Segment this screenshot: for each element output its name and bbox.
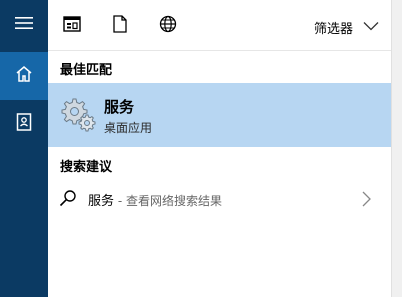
toolbar-divider <box>48 50 391 51</box>
search-results-panel: 筛选器 最佳匹配 服务 桌面应用 搜索建议 服务 - 查看网络搜索结果 <box>48 0 391 297</box>
best-match-heading: 最佳匹配 <box>60 63 113 78</box>
globe-icon <box>159 15 177 37</box>
best-match-title: 服务 <box>104 98 135 116</box>
suggestion-separator: - <box>114 194 126 208</box>
best-match-subtitle: 桌面应用 <box>104 121 153 135</box>
best-match-result[interactable]: 服务 桌面应用 <box>48 83 391 147</box>
documents-filter-button[interactable] <box>108 14 132 38</box>
hamburger-menu-icon <box>15 15 33 34</box>
filter-label: 筛选器 <box>313 21 353 37</box>
menu-button[interactable] <box>0 0 48 48</box>
home-icon <box>15 65 33 87</box>
suggestion-description: 查看网络搜索结果 <box>125 194 222 208</box>
chevron-down-icon <box>363 20 379 35</box>
filter-dropdown[interactable]: 筛选器 <box>314 17 379 37</box>
web-filter-button[interactable] <box>156 14 180 38</box>
notebook-button[interactable] <box>0 100 48 148</box>
left-rail <box>0 0 48 297</box>
services-gear-icon <box>58 93 98 133</box>
search-icon <box>58 188 78 208</box>
apps-icon <box>63 16 81 36</box>
chevron-right-icon[interactable] <box>361 190 373 208</box>
notebook-icon <box>16 113 32 135</box>
search-suggestions-heading: 搜索建议 <box>60 160 113 175</box>
web-search-suggestion[interactable]: 服务 - 查看网络搜索结果 <box>48 184 391 214</box>
suggestion-text: 服务 - 查看网络搜索结果 <box>88 190 222 209</box>
scrollbar[interactable] <box>391 0 402 297</box>
toolbar: 筛选器 <box>48 0 391 50</box>
apps-filter-button[interactable] <box>60 14 84 38</box>
suggestion-term: 服务 <box>88 194 115 209</box>
document-icon <box>113 15 127 37</box>
home-button[interactable] <box>0 52 48 100</box>
